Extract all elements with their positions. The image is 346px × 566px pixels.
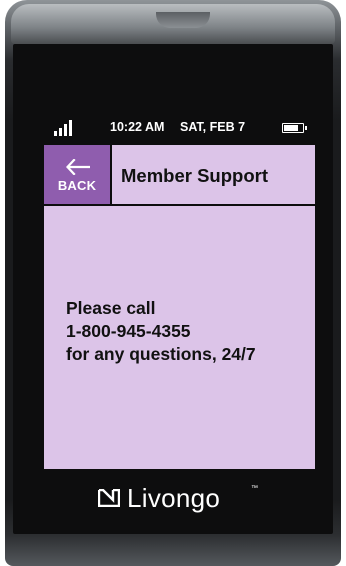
signal-strength-icon (54, 120, 74, 136)
support-message: Please call 1-800-945-4355 for any quest… (66, 297, 256, 366)
device-screen: BACK Member Support Please call 1-800-94… (44, 145, 315, 469)
page-title: Member Support (121, 165, 268, 186)
status-date: SAT, FEB 7 (180, 120, 246, 134)
status-time: 10:22 AM (110, 120, 165, 134)
device-top-frame (11, 4, 335, 44)
screen-header: Member Support (112, 145, 315, 206)
battery-icon (282, 123, 307, 133)
message-line-3: for any questions, 24/7 (66, 344, 256, 364)
device-notch (156, 12, 210, 28)
status-bar: 10:22 AM SAT, FEB 7 (38, 116, 308, 140)
back-button[interactable]: BACK (44, 145, 112, 206)
arrow-left-icon (66, 159, 90, 175)
support-phone-number: 1-800-945-4355 (66, 321, 191, 341)
message-line-1: Please call (66, 298, 156, 318)
trademark-mark: ™ (251, 485, 258, 492)
back-button-label: BACK (57, 178, 97, 193)
battery-fill (284, 125, 299, 131)
brand-name: Livongo (127, 483, 221, 513)
livongo-logo-icon (98, 489, 120, 507)
